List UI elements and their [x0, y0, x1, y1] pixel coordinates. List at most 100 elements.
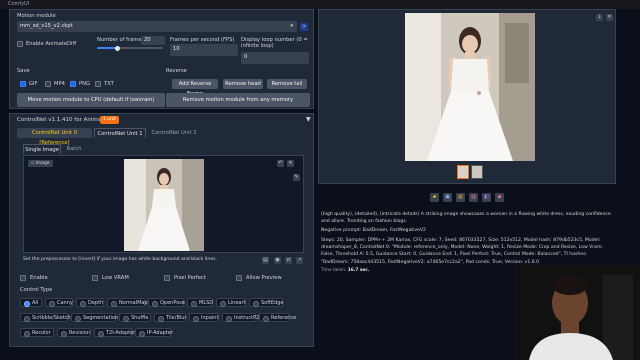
remove-tail-button[interactable]: Remove tail [267, 79, 307, 89]
window-title-bar: ComfyUI [0, 0, 640, 9]
send-dimensions-icon[interactable]: ↗ [296, 257, 303, 264]
image-badge: ▫ Image [28, 160, 53, 167]
control-type-reference[interactable]: Reference [259, 313, 296, 322]
time-taken: Time taken: 16.7 sec. [321, 267, 521, 274]
loop-label-text: Display loop number (0 = infinite loop) [241, 37, 308, 49]
save-gif-checkbox[interactable] [20, 81, 26, 87]
fps-input[interactable]: 10 [170, 44, 238, 56]
control-type-revision-label: Revision [69, 330, 90, 336]
control-type-recolor[interactable]: Recolor [20, 328, 54, 337]
thumbnail-selected[interactable] [457, 165, 469, 179]
control-type-depth-label: Depth [88, 300, 104, 306]
save-icon[interactable]: ▣ [443, 193, 452, 202]
control-type-ip-adapter[interactable]: IP-Adapter [135, 328, 173, 337]
negative-prompt: Negative prompt: BadDream, FastNegativeV… [321, 228, 426, 233]
motion-module-select[interactable]: mm_sd_v15_v2.ckpt ▾ [17, 21, 297, 32]
save-png-checkbox[interactable] [70, 81, 76, 87]
tab-controlnet-unit-1[interactable]: ControlNet Unit 1 [94, 128, 146, 138]
control-type-tile-blur[interactable]: Tile/Blur [154, 313, 186, 322]
tab-single-image[interactable]: Single Image [23, 144, 61, 154]
collapse-icon[interactable]: ▼ [306, 116, 311, 123]
fps-label: Frames per second (FPS) [170, 37, 235, 43]
control-type-normalmap[interactable]: NormalMap [107, 298, 148, 307]
undo-icon[interactable]: ↶ [277, 160, 284, 167]
control-type-mlsd[interactable]: MLSD [187, 298, 213, 307]
save-gif-label: GIF [29, 81, 38, 87]
control-type-revision[interactable]: Revision [57, 328, 91, 337]
control-type-mlsd-label: MLSD [199, 300, 214, 306]
send-to-extras-icon[interactable]: ◆ [495, 193, 504, 202]
send-to-img2img-icon[interactable]: ▨ [469, 193, 478, 202]
edit-icon[interactable]: ✎ [293, 174, 300, 181]
controlnet-unit-badge: 1 unit [100, 116, 120, 124]
control-type-ip-adapter-label: IP-Adapter [147, 330, 173, 336]
control-type-tile-blur-label: Tile/Blur [166, 315, 187, 321]
refresh-icon[interactable]: ⟳ [300, 23, 308, 31]
window-title: ComfyUI [8, 1, 30, 7]
frames-value: 20 [144, 37, 151, 43]
enable-animatediff-checkbox[interactable] [17, 41, 23, 47]
allow-preview-checkbox[interactable] [236, 275, 242, 281]
control-type-canny[interactable]: Canny [45, 298, 73, 307]
control-type-lineart-label: Lineart [228, 300, 246, 306]
loop-value: 0 [244, 54, 248, 60]
control-type-depth[interactable]: Depth [76, 298, 104, 307]
allow-preview-label: Allow Preview [246, 275, 282, 281]
low-vram-label: Low VRAM [102, 275, 129, 281]
tab-batch[interactable]: Batch [62, 144, 86, 154]
control-type-scribble[interactable]: Scribble/Sketch [20, 313, 71, 322]
close-gallery-icon[interactable]: ✕ [606, 14, 613, 21]
loop-input[interactable]: 0 [241, 52, 309, 64]
control-type-scribble-label: Scribble/Sketch [32, 315, 71, 321]
control-type-recolor-label: Recolor [32, 330, 51, 336]
remove-head-button[interactable]: Remove head [223, 79, 263, 89]
control-type-normalmap-label: NormalMap [119, 300, 148, 306]
new-canvas-icon[interactable]: ▤ [262, 257, 269, 264]
swap-icon[interactable]: ⇄ [285, 257, 292, 264]
add-reverse-frame-button[interactable]: Add Reverse Frame [172, 79, 218, 97]
frames-input[interactable]: 20 [141, 36, 165, 45]
output-image [405, 13, 535, 161]
tab-controlnet-unit-2[interactable]: ControlNet Unit 2 [148, 128, 200, 138]
tab-controlnet-unit-0[interactable]: ControlNet Unit 0 [Reference] [17, 128, 92, 146]
radio-dot [24, 316, 30, 322]
save-txt-label: TXT [104, 81, 114, 87]
thumbnail-2[interactable] [471, 165, 483, 179]
image-badge-text: Image [35, 161, 50, 166]
radio-dot [80, 301, 86, 307]
control-type-inpaint[interactable]: Inpaint [189, 313, 219, 322]
radio-dot [61, 331, 67, 337]
remove-motion-module-button[interactable]: Remove motion module from any memory [166, 93, 310, 107]
low-vram-checkbox[interactable] [92, 275, 98, 281]
enable-checkbox[interactable] [20, 275, 26, 281]
control-type-t2i-adapter[interactable]: T2I-Adapter [94, 328, 136, 337]
enable-animatediff-label: Enable AnimateDiff [26, 41, 77, 47]
radio-dot [24, 301, 30, 307]
control-type-t2i-adapter-label: T2I-Adapter [106, 330, 136, 336]
camera-icon[interactable]: ◉ [274, 257, 281, 264]
control-type-softedge[interactable]: SoftEdge [249, 298, 283, 307]
download-icon[interactable]: ↓ [596, 14, 603, 21]
folder-icon[interactable]: ▰ [430, 193, 439, 202]
zip-icon[interactable]: ▥ [456, 193, 465, 202]
frames-label: Number of frames [97, 37, 145, 43]
preprocessor-hint: Set the preprocessor to [invert] if your… [23, 257, 217, 262]
frames-slider-knob[interactable] [115, 45, 120, 51]
control-type-openpose[interactable]: OpenPose [148, 298, 185, 307]
save-txt-checkbox[interactable] [95, 81, 101, 87]
pixel-perfect-label: Pixel Perfect [174, 275, 206, 281]
control-type-segmentation[interactable]: Segmentation [71, 313, 118, 322]
close-icon[interactable]: ✕ [287, 160, 294, 167]
move-motion-module-cpu-button[interactable]: Move motion module to CPU (default if lo… [17, 93, 165, 107]
pixel-perfect-checkbox[interactable] [164, 275, 170, 281]
control-type-lineart[interactable]: Lineart [216, 298, 246, 307]
reverse-label: Reverse [166, 68, 187, 74]
send-to-inpaint-icon[interactable]: ◧ [482, 193, 491, 202]
save-mp4-checkbox[interactable] [45, 81, 51, 87]
radio-dot [263, 316, 269, 322]
generation-params: Steps: 20, Sampler: DPM++ 2M Karras, CFG… [321, 238, 604, 265]
control-type-all[interactable]: All [20, 298, 42, 307]
reference-image [124, 159, 204, 251]
control-type-instructp2p[interactable]: InstructP2P [222, 313, 262, 322]
control-type-shuffle[interactable]: Shuffle [119, 313, 151, 322]
